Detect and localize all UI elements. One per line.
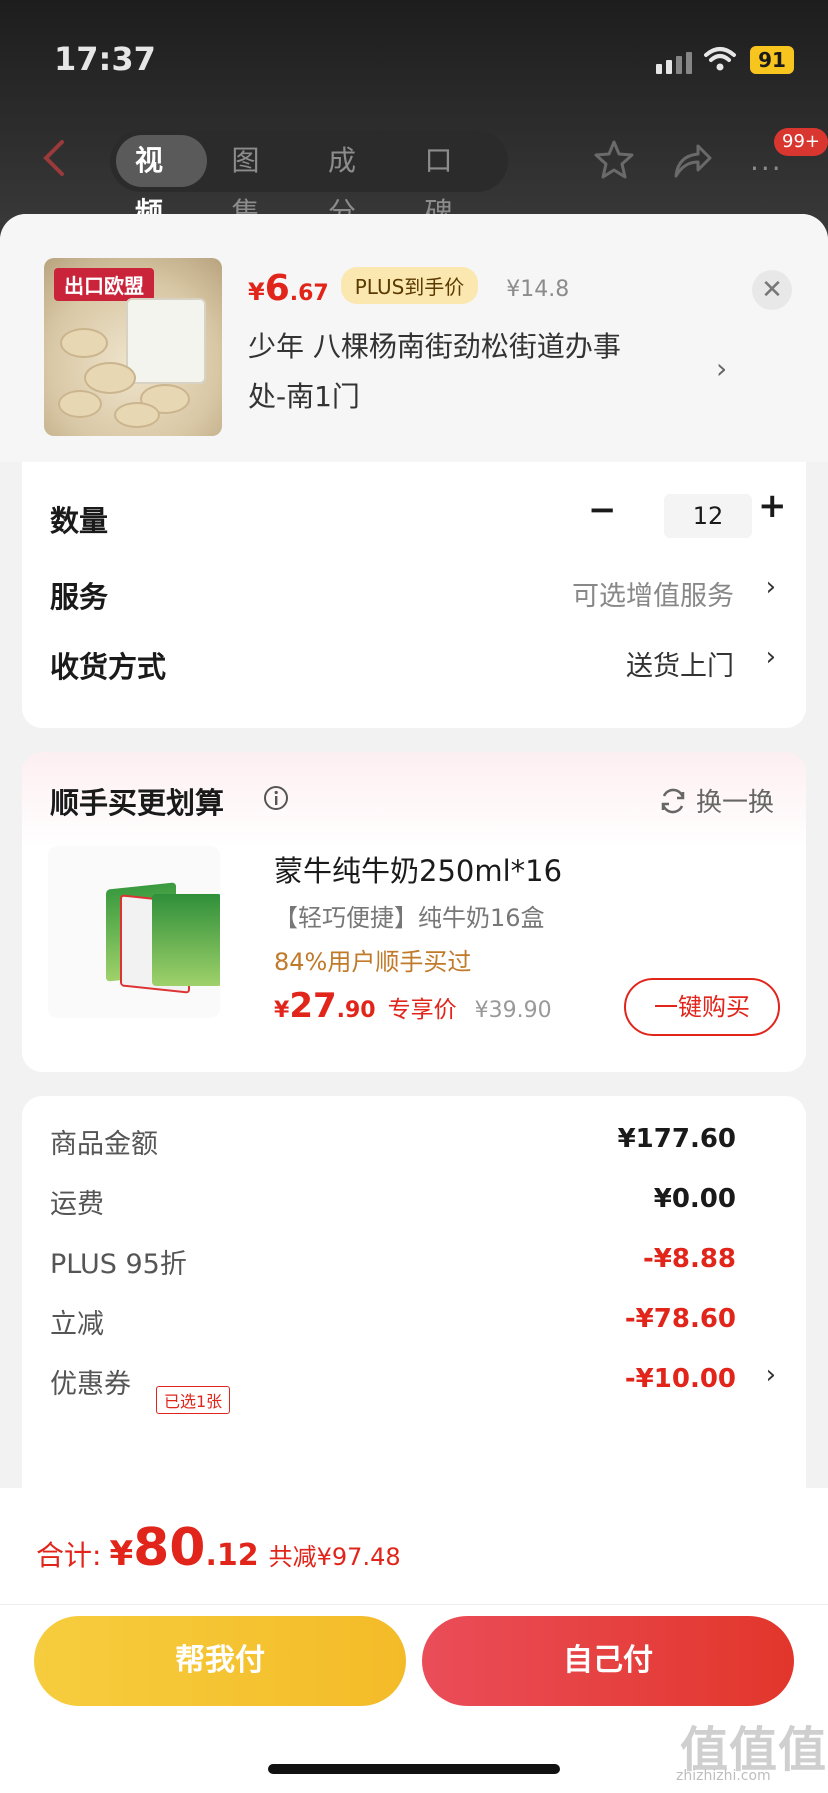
quantity-decrease-button[interactable]: − [588,490,617,530]
order-options-card: 数量 − 12 + 服务 可选增值服务 › 收货方式 送货上门 › [22,462,806,728]
watermark-url: zhizhizhi.com [676,1768,771,1784]
upsell-title: 顺手买更划算 [50,786,225,820]
address-line-2: 处-南1门 [248,380,360,413]
summary-value-subtotal: ¥177.60 [617,1124,736,1154]
chevron-right-icon[interactable]: › [766,1360,776,1390]
service-label: 服务 [50,580,109,614]
summary-label-subtotal: 商品金额 [50,1129,158,1160]
chevron-right-icon[interactable]: › [766,572,776,602]
upsell-purchase-stat: 84%用户顺手买过 [274,948,472,976]
one-click-buy-button[interactable]: 一键购买 [624,978,780,1036]
upsell-product-name[interactable]: 蒙牛纯牛奶250ml*16 [274,848,562,890]
total-integer: 80 [133,1518,206,1578]
tab-reviews[interactable]: 口碑 [406,135,497,229]
upsell-price-symbol: ¥ [274,998,290,1023]
nav-tabs: 视频 图集 成分 口碑 [110,130,508,229]
total-decimal: .12 [205,1538,259,1573]
upsell-price-integer: 27 [289,986,337,1026]
divider [0,1604,828,1605]
service-value[interactable]: 可选增值服务 [572,574,734,613]
share-icon[interactable] [670,138,714,182]
wifi-icon [704,47,736,71]
address-line-1: 少年 八棵杨南街劲松街道办事 [248,330,621,363]
price-summary-card: 商品金额 ¥177.60 运费 ¥0.00 PLUS 95折 -¥8.88 立减… [22,1096,806,1516]
delivery-address[interactable]: 少年 八棵杨南街劲松街道办事 处-南1门 [248,322,688,422]
upsell-price-row: ¥ 27 .90 专享价 ¥39.90 [274,986,552,1026]
summary-value-plus-discount: -¥8.88 [642,1244,736,1274]
quantity-increase-button[interactable]: + [758,486,787,526]
upsell-price-tag: 专享价 [387,997,457,1023]
refresh-button[interactable]: 换一换 [696,782,774,819]
upsell-price-decimal: .90 [336,998,376,1023]
close-icon[interactable]: ✕ [752,270,792,310]
summary-value-shipping: ¥0.00 [653,1184,736,1214]
upsell-card: 顺手买更划算 换一换 蒙牛纯牛奶250ml*16 【轻巧便捷】纯牛奶16盒 84… [22,752,806,1072]
signal-icon [656,52,692,74]
price-integer: 6 [264,268,290,309]
product-price-row: ¥ 6 .67 PLUS到手价 ¥14.8 [248,267,570,310]
total-label: 合计: [36,1539,102,1572]
home-indicator [268,1764,560,1774]
total-symbol: ¥ [109,1534,134,1574]
pay-for-me-button[interactable]: 帮我付 [34,1616,406,1706]
summary-label-plus-discount: PLUS 95折 [50,1249,187,1280]
summary-label-shipping: 运费 [50,1189,104,1220]
quantity-input[interactable]: 12 [664,494,752,538]
price-symbol: ¥ [248,278,265,306]
checkout-bar: 合计: ¥ 80 .12 共减¥97.48 帮我付 自己付 值值值 zhizhi… [0,1488,828,1793]
upsell-product-image[interactable] [48,846,220,1018]
product-header: 出口欧盟 ¥ 6 .67 PLUS到手价 ¥14.8 少年 八棵杨南街劲松街道办… [0,214,828,462]
delivery-method-label: 收货方式 [50,650,167,684]
summary-value-instant-discount: -¥78.60 [624,1304,736,1334]
tab-video[interactable]: 视频 [116,135,207,229]
total-discount: 共减¥97.48 [268,1543,401,1571]
status-bar: 17:37 91 [0,0,828,120]
product-image-tag: 出口欧盟 [54,268,154,301]
product-image: 出口欧盟 [44,258,222,436]
info-icon[interactable] [262,784,290,812]
refresh-icon[interactable] [658,786,688,816]
star-icon[interactable] [592,138,636,182]
pay-myself-button[interactable]: 自己付 [422,1616,794,1706]
tab-gallery[interactable]: 图集 [213,135,304,229]
status-time: 17:37 [54,40,156,78]
chevron-right-icon[interactable]: › [716,352,727,385]
battery-indicator: 91 [750,46,794,74]
back-icon[interactable] [40,138,70,178]
total-row: 合计: ¥ 80 .12 共减¥97.48 [36,1518,401,1578]
upsell-product-description: 【轻巧便捷】纯牛奶16盒 [274,904,545,932]
product-package [126,298,206,384]
notification-badge: 99+ [774,128,828,156]
original-price: ¥14.8 [506,277,570,302]
quantity-label: 数量 [50,504,109,538]
chevron-right-icon[interactable]: › [766,642,776,672]
upsell-original-price: ¥39.90 [474,998,552,1023]
summary-value-coupon[interactable]: -¥10.00 [625,1364,736,1394]
summary-label-instant-discount: 立减 [50,1309,104,1340]
delivery-method-value[interactable]: 送货上门 [626,644,734,683]
tab-ingredients[interactable]: 成分 [309,135,400,229]
summary-label-coupon[interactable]: 优惠券 [50,1362,131,1401]
top-nav: 视频 图集 成分 口碑 ··· 99+ [0,120,828,229]
price-decimal: .67 [289,281,329,306]
coupon-selected-tag: 已选1张 [156,1386,231,1414]
plus-price-badge: PLUS到手价 [340,267,479,304]
more-icon[interactable]: ··· [750,152,783,185]
